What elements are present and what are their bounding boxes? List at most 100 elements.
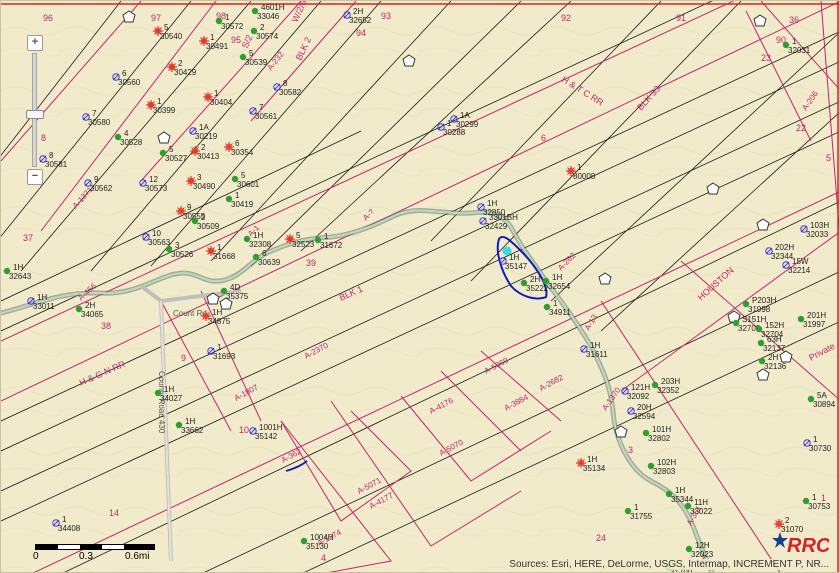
attribution-text: Sources: Esri, HERE, DeLorme, USGS, Inte…: [507, 559, 831, 570]
well-id: 2H: [85, 301, 95, 310]
rrc-logo: RRC: [772, 532, 829, 557]
section-number: 36: [789, 15, 799, 25]
well-id: 12: [149, 175, 158, 184]
well-id: 7: [259, 103, 264, 112]
well-api: 30404: [210, 98, 233, 107]
well-api: 30509: [197, 222, 220, 231]
well-api: 33662: [181, 426, 204, 435]
well-api: 32652: [349, 16, 372, 25]
well-api: 30572: [221, 22, 244, 31]
well-id: 1H: [552, 273, 562, 282]
zoom-out-button[interactable]: −: [27, 169, 43, 185]
section-number: 9: [181, 353, 186, 363]
well-api: 32523: [292, 240, 315, 249]
well-api: 31672: [320, 241, 343, 250]
well-api: 35147: [505, 262, 528, 271]
well-id: 1A: [460, 111, 470, 120]
section-number: 93: [381, 11, 391, 21]
section-number: 5: [826, 153, 831, 163]
section-number: 37: [23, 233, 33, 243]
section-number: 22: [796, 123, 806, 133]
well-api: 34408: [58, 524, 81, 533]
well-api: 30528: [120, 138, 143, 147]
well-id: 1H: [675, 486, 685, 495]
well-api: 32033: [806, 230, 829, 239]
well-api: 30526: [171, 250, 194, 259]
well-id: 15W: [792, 257, 809, 266]
well-id: 20H: [637, 403, 652, 412]
scale-label-start: 0: [33, 551, 39, 562]
well-id: 1: [217, 243, 222, 252]
well-id: 2H: [530, 275, 540, 284]
well-id: 1: [812, 493, 817, 502]
scale-bar-track: [35, 544, 155, 550]
well-api: 80008: [573, 172, 596, 181]
well-api: 30399: [153, 106, 176, 115]
well-id: 6: [122, 69, 127, 78]
scale-bar-segment: [36, 545, 58, 549]
well-id: 1: [225, 13, 230, 22]
well-api: 30573: [145, 184, 168, 193]
well-id: 9: [187, 203, 192, 212]
well-api: 30491: [206, 42, 229, 51]
well-id: 1H: [212, 308, 222, 317]
well-api: 32023: [691, 550, 714, 559]
section-number: 6: [541, 133, 546, 143]
well-api: 30581: [45, 160, 68, 169]
well-id: 5: [164, 23, 169, 32]
well-id: 5: [296, 231, 301, 240]
well-id: 2: [178, 59, 183, 68]
well-api: 30288: [443, 128, 466, 137]
section-number: 95: [231, 35, 241, 45]
well-api: 30562: [90, 184, 113, 193]
well-api: 32308: [249, 240, 272, 249]
road-label: Count Rd: [173, 309, 207, 318]
well-api: 33046: [257, 12, 280, 21]
well-api: 34065: [81, 310, 104, 319]
well-id: P203H: [752, 296, 777, 305]
well-api: 35375: [226, 292, 249, 301]
well-api: 30527: [165, 154, 188, 163]
well-id: 12H: [695, 541, 710, 550]
well-id: 102H: [657, 458, 676, 467]
well-id: 3301BH: [489, 213, 518, 222]
well-api: 30601: [237, 180, 260, 189]
scale-label-mid: 0.3: [79, 551, 93, 562]
well-id: 1H: [587, 455, 597, 464]
well-api: 30563: [148, 238, 171, 247]
well-id: 203H: [661, 377, 680, 386]
well-id: 5: [249, 49, 254, 58]
well-id: S151H: [742, 315, 767, 324]
map-canvas[interactable]: H & T C RR BLK 33 BLK 1H & G N RR HOUSTON Pr…: [0, 0, 840, 573]
well-id: 202H: [775, 243, 794, 252]
well-api: 31755: [630, 512, 653, 521]
section-number: 94: [356, 28, 366, 38]
well-id: 1H: [13, 263, 23, 272]
section-number: 3: [628, 445, 633, 455]
well-id: 1001H: [259, 423, 283, 432]
well-api: 30429: [174, 68, 197, 77]
well-api: 32654: [548, 282, 571, 291]
well-id: 6: [235, 139, 240, 148]
well-api: 32803: [653, 467, 676, 476]
map-svg: H & T C RR BLK 33BLK 1H & G N RRHOUSTONPr…: [1, 1, 839, 572]
well-api: 30753: [808, 502, 831, 511]
well-api: 35142: [255, 432, 278, 441]
section-number: 4: [321, 553, 326, 563]
well-id: 1: [157, 97, 162, 106]
well-id: 103H: [810, 221, 829, 230]
well-api: 32643: [9, 272, 32, 281]
well-id: 4601H: [261, 3, 285, 12]
well-id: 1: [792, 37, 797, 46]
well-id: 1: [235, 191, 240, 200]
well-api: 32802: [648, 434, 671, 443]
well-id: 1: [324, 232, 329, 241]
well-id: 2H: [768, 353, 778, 362]
well-id: 3: [175, 241, 180, 250]
zoom-in-button[interactable]: +: [27, 35, 43, 51]
svg-text:RRC: RRC: [787, 535, 829, 557]
well-id: 4D: [230, 283, 240, 292]
zoom-slider-handle[interactable]: [26, 110, 44, 120]
well-api: 33011: [33, 302, 55, 311]
well-id: 8: [49, 151, 54, 160]
